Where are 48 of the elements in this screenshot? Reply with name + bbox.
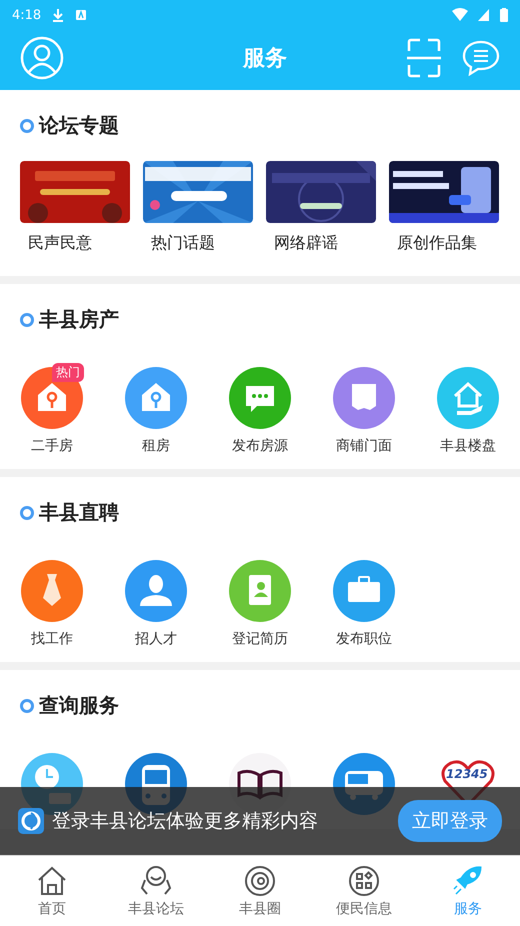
status-time: 4:18 (12, 8, 42, 22)
logo-number: 12345 (446, 767, 488, 781)
scan-icon[interactable] (406, 38, 442, 78)
app-logo-icon (18, 808, 44, 834)
section-title: 丰县直聘 (39, 499, 119, 526)
login-prompt: 登录丰县论坛体验更多精彩内容 (52, 809, 318, 834)
nav-tab[interactable]: 丰县圈 (208, 856, 312, 926)
tie-icon[interactable] (21, 560, 83, 622)
hot-badge: 热门 (52, 363, 84, 382)
service-label[interactable]: 发布职位 (336, 630, 392, 648)
download-icon (51, 8, 66, 22)
signal-icon (478, 8, 490, 22)
briefcase-icon[interactable] (333, 560, 395, 622)
person-icon[interactable] (125, 560, 187, 622)
service-label[interactable]: 发布房源 (232, 437, 288, 455)
house-hand-icon[interactable] (437, 367, 499, 429)
section-title: 论坛专题 (39, 112, 119, 139)
section-marker-icon (20, 506, 34, 520)
nav-tab[interactable]: 首页 (0, 856, 104, 926)
nav-tab[interactable]: 便民信息 (312, 856, 416, 926)
topic-label: 原创作品集 (396, 233, 478, 254)
keyboard-icon (75, 9, 88, 21)
topic-label: 热门话题 (150, 233, 216, 254)
section-title: 丰县房产 (39, 306, 119, 333)
service-label[interactable]: 招人才 (135, 630, 177, 648)
chat-bubble-icon[interactable] (229, 367, 291, 429)
topic-label: 网络辟谣 (273, 233, 339, 254)
service-label[interactable]: 商铺门面 (336, 437, 392, 455)
orbit-icon (243, 864, 277, 898)
notebook-icon[interactable] (229, 560, 291, 622)
section-title: 查询服务 (39, 692, 119, 719)
grid-icon (347, 864, 381, 898)
section-marker-icon (20, 118, 34, 132)
section-marker-icon (20, 698, 34, 712)
wifi-icon (452, 8, 468, 22)
section-marker-icon (20, 312, 34, 326)
service-label[interactable]: 登记简历 (232, 630, 288, 648)
nav-tab[interactable]: 丰县论坛 (104, 856, 208, 926)
service-label[interactable]: 找工作 (31, 630, 73, 648)
service-label[interactable]: 丰县楼盘 (440, 437, 496, 455)
service-label[interactable]: 租房 (142, 437, 170, 455)
profile-icon[interactable] (20, 36, 64, 80)
house-key-icon[interactable] (125, 367, 187, 429)
page-title: 服务 (242, 45, 288, 73)
topic-label: 民声民意 (27, 233, 93, 254)
message-icon[interactable] (462, 40, 500, 76)
service-label[interactable]: 二手房 (31, 437, 73, 455)
battery-icon (500, 8, 508, 22)
